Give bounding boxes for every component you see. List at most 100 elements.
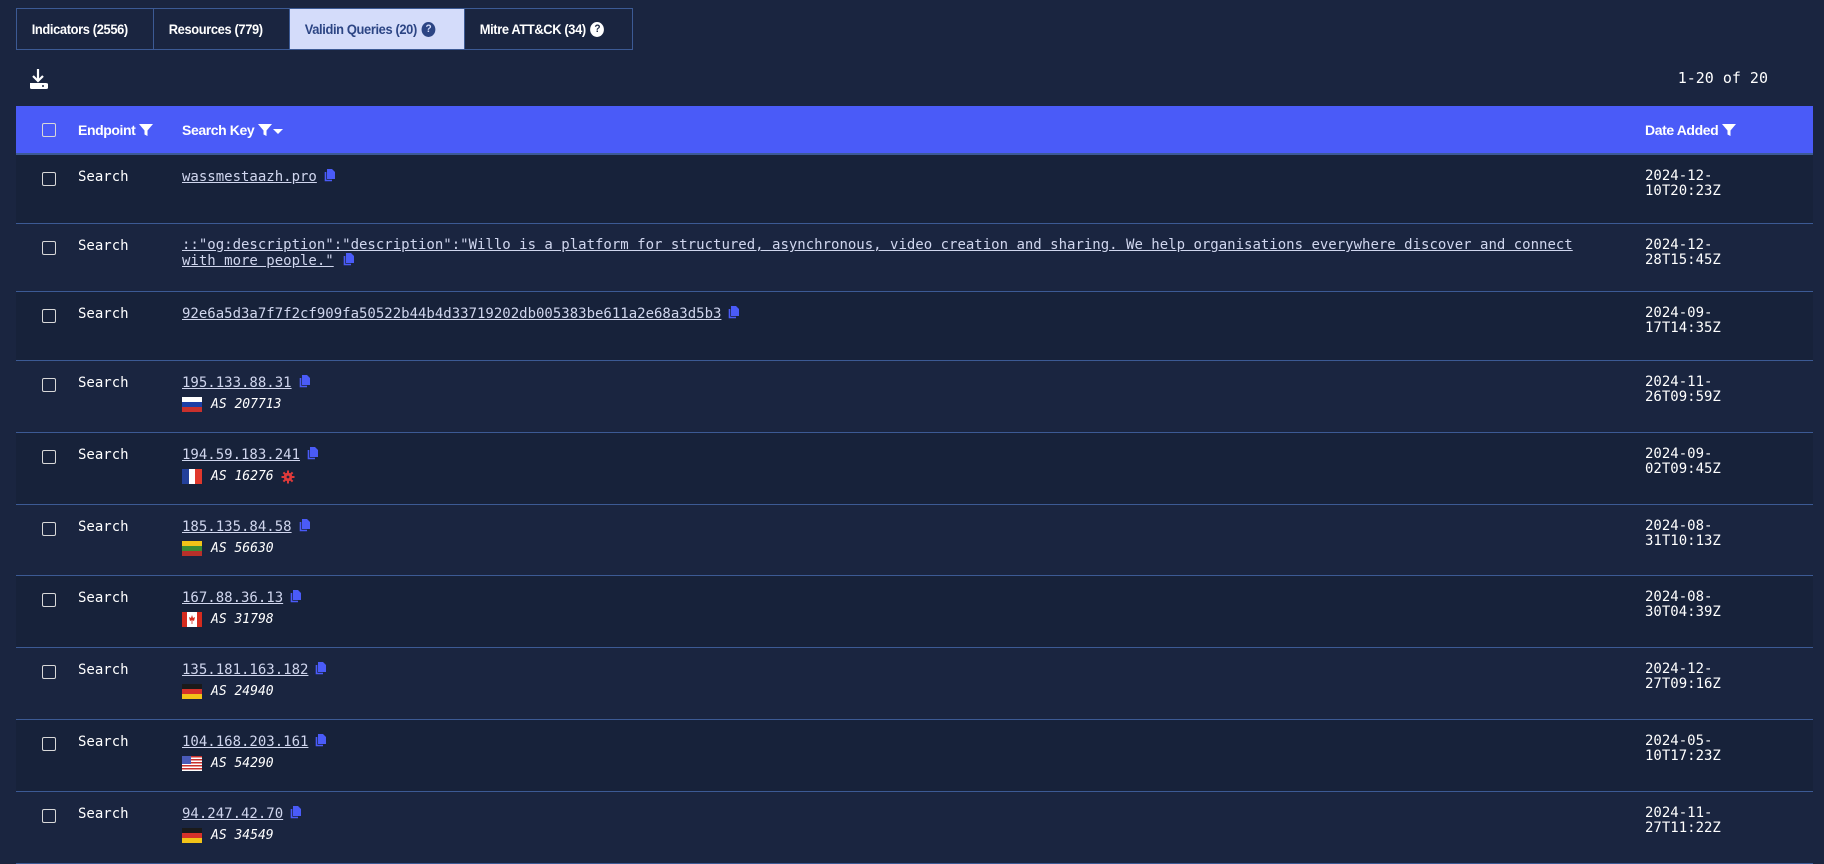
search-key-cell: 185.135.84.58 AS 56630: [182, 519, 1645, 556]
search-key-link[interactable]: 104.168.203.161: [182, 734, 308, 750]
table-row[interactable]: Search 167.88.36.13 AS 31798 2024-08- 30T04:…: [16, 576, 1813, 648]
select-all-checkbox[interactable]: [42, 122, 56, 137]
filter-icon[interactable]: [139, 123, 154, 137]
table-row[interactable]: Search 104.168.203.161 AS 54290 2024-05- 10T…: [16, 720, 1813, 792]
date-part: 2024-11-: [1645, 374, 1713, 390]
tab-indicators[interactable]: Indicators (2556): [17, 9, 155, 49]
flag-lt-icon: [182, 541, 202, 556]
search-key-cell: 92e6a5d3a7f7f2cf909fa50522b44b4d33719202…: [182, 306, 1645, 322]
date-added-cell: 2024-12- 10T20:23Z: [1645, 169, 1735, 199]
asn-label: AS 24940: [211, 684, 274, 699]
date-part: 10T20:23Z: [1645, 183, 1721, 199]
endpoint-cell: Search: [78, 447, 129, 463]
asn-label: AS 54290: [211, 756, 274, 771]
date-part: 28T15:45Z: [1645, 252, 1721, 268]
table-row[interactable]: Search 94.247.42.70 AS 34549 2024-11- 27T11:…: [16, 792, 1813, 864]
row-checkbox[interactable]: [42, 241, 56, 255]
date-part: 2024-12-: [1645, 168, 1713, 184]
endpoint-cell: Search: [78, 590, 129, 606]
search-key-link[interactable]: 185.135.84.58: [182, 519, 292, 535]
row-checkbox[interactable]: [42, 450, 56, 464]
row-checkbox[interactable]: [42, 309, 56, 323]
asn-label: AS 207713: [211, 397, 282, 412]
date-part: 2024-09-: [1645, 446, 1713, 462]
date-part: 2024-08-: [1645, 518, 1713, 534]
copy-icon[interactable]: [314, 662, 327, 675]
asn-info: AS 56630: [182, 541, 1645, 556]
copy-icon[interactable]: [314, 734, 327, 747]
table-body: Search wassmestaazh.pro 2024-12- 10T20:23Z S…: [16, 155, 1813, 864]
copy-icon[interactable]: [289, 806, 302, 819]
date-added-cell: 2024-12- 27T09:16Z: [1645, 662, 1735, 692]
tab-mitre-attack[interactable]: Mitre ATT&CK (34) ?: [465, 9, 632, 49]
copy-icon[interactable]: [323, 169, 335, 182]
date-part: 2024-12-: [1645, 661, 1713, 677]
table-row[interactable]: Search 195.133.88.31 AS 207713 2024-11- 26T0…: [16, 361, 1813, 433]
search-key-link[interactable]: 135.181.163.182: [182, 662, 308, 678]
endpoint-cell: Search: [78, 375, 129, 391]
sort-descending-icon[interactable]: [273, 128, 284, 136]
row-checkbox[interactable]: [42, 172, 56, 186]
table-row[interactable]: Search 194.59.183.241 AS 16276 2024-09- 02T0…: [16, 433, 1813, 505]
search-key-cell: 167.88.36.13 AS 31798: [182, 590, 1645, 627]
search-key-cell: ::"og:description":"description":"Willo …: [182, 238, 1645, 269]
date-part: 31T10:13Z: [1645, 533, 1721, 549]
endpoint-cell: Search: [78, 519, 129, 535]
asn-label: AS 34549: [211, 828, 274, 843]
column-header-date-added[interactable]: Date Added: [1645, 122, 1813, 138]
download-button[interactable]: [28, 68, 49, 90]
tab-resources[interactable]: Resources (779): [154, 9, 290, 49]
table-row[interactable]: Search 92e6a5d3a7f7f2cf909fa50522b44b4d33…: [16, 292, 1813, 361]
table-row[interactable]: Search wassmestaazh.pro 2024-12- 10T20:23Z: [16, 155, 1813, 224]
endpoint-cell: Search: [78, 306, 129, 322]
filter-icon[interactable]: [258, 123, 273, 137]
copy-icon[interactable]: [306, 447, 319, 460]
search-key-link[interactable]: 194.59.183.241: [182, 447, 300, 463]
threat-icon[interactable]: [281, 470, 295, 484]
copy-icon[interactable]: [298, 519, 310, 532]
search-key-link[interactable]: 167.88.36.13: [182, 590, 283, 606]
tab-label: Validin Queries (20): [304, 21, 417, 37]
tab-label: Indicators (2556): [31, 21, 128, 37]
flag-de-icon: [182, 828, 202, 843]
row-checkbox[interactable]: [42, 522, 56, 536]
date-added-cell: 2024-11- 27T11:22Z: [1645, 806, 1735, 836]
table-row[interactable]: Search::"og:description":"description":"…: [16, 224, 1813, 292]
table-row[interactable]: Search 185.135.84.58 AS 56630 2024-08- 31T10…: [16, 505, 1813, 576]
validin-queries-table: Endpoint Search Key Date Added Search was…: [16, 106, 1813, 864]
copy-icon[interactable]: [342, 253, 355, 266]
copy-icon[interactable]: [298, 375, 310, 388]
tab-label: Resources (779): [169, 21, 264, 37]
search-key-link[interactable]: wassmestaazh.pro: [182, 169, 317, 185]
date-part: 2024-05-: [1645, 733, 1713, 749]
date-part: 10T17:23Z: [1645, 748, 1721, 764]
row-checkbox[interactable]: [42, 737, 56, 751]
date-part: 02T09:45Z: [1645, 461, 1721, 477]
date-added-cell: 2024-09- 17T14:35Z: [1645, 306, 1735, 336]
column-header-endpoint[interactable]: Endpoint: [78, 122, 182, 138]
filter-icon[interactable]: [1722, 123, 1737, 137]
copy-icon[interactable]: [289, 590, 302, 603]
row-checkbox[interactable]: [42, 378, 56, 392]
tab-label: Mitre ATT&CK (34): [479, 21, 586, 37]
tab-validin-queries[interactable]: Validin Queries (20) ?: [289, 9, 465, 49]
search-key-link[interactable]: 94.247.42.70: [182, 806, 283, 822]
date-added-cell: 2024-08- 31T10:13Z: [1645, 519, 1735, 549]
search-key-cell: wassmestaazh.pro: [182, 169, 1645, 185]
table-row[interactable]: Search 135.181.163.182 AS 24940 2024-12- 27T…: [16, 648, 1813, 720]
search-key-text: with more people.": [182, 253, 334, 269]
search-key-link[interactable]: 195.133.88.31: [182, 375, 292, 391]
date-part: 2024-12-: [1645, 237, 1713, 253]
flag-ru-icon: [182, 397, 202, 412]
asn-info: AS 54290: [182, 756, 1645, 771]
row-checkbox[interactable]: [42, 665, 56, 679]
row-checkbox[interactable]: [42, 809, 56, 823]
row-checkbox[interactable]: [42, 593, 56, 607]
help-icon[interactable]: ?: [421, 21, 435, 37]
help-icon[interactable]: ?: [590, 21, 604, 37]
search-key-link[interactable]: ::"og:description":"description":"Willo …: [182, 237, 1573, 269]
column-header-search-key[interactable]: Search Key: [182, 122, 1645, 138]
search-key-link[interactable]: 92e6a5d3a7f7f2cf909fa50522b44b4d33719202…: [182, 306, 721, 322]
copy-icon[interactable]: [727, 306, 740, 319]
asn-info: AS 31798: [182, 612, 1645, 627]
